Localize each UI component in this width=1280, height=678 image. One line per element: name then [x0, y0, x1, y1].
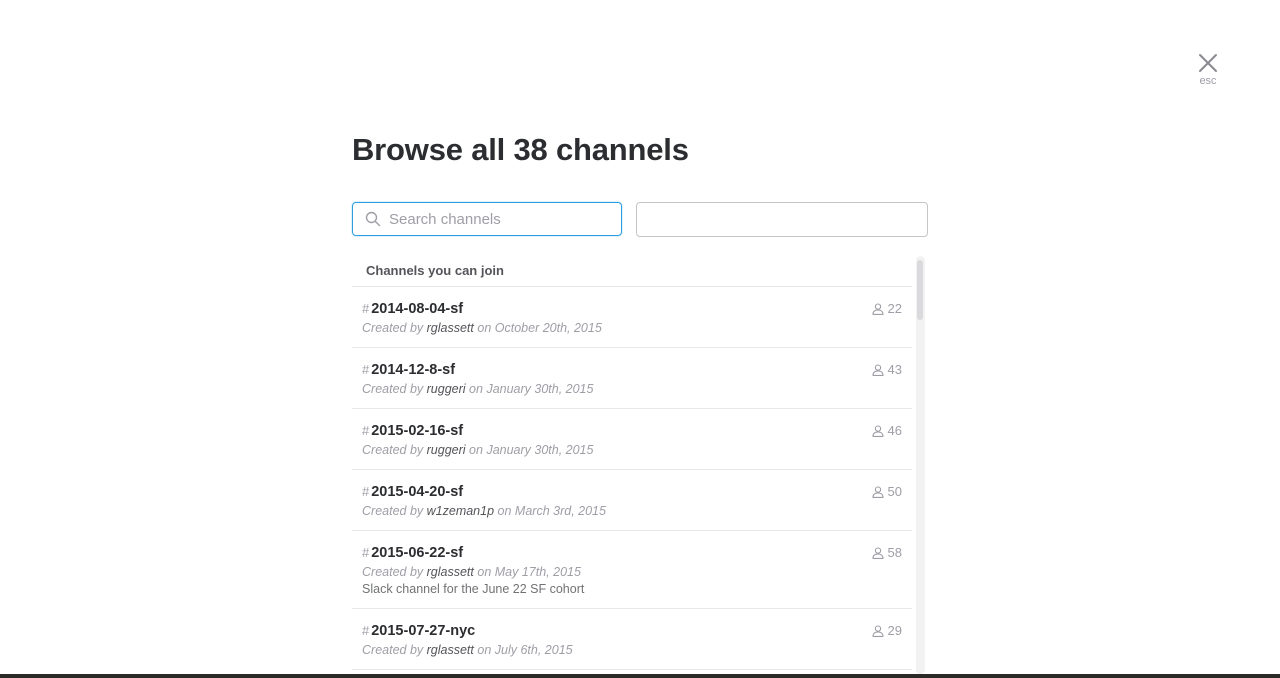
created-by-label: Created by — [362, 382, 424, 396]
created-by-label: Created by — [362, 443, 424, 457]
member-count: 43 — [871, 362, 902, 377]
channel-name: #2014-12-8-sf — [362, 360, 902, 379]
member-count: 22 — [871, 301, 902, 316]
close-button[interactable]: esc — [1186, 52, 1230, 96]
channel-meta: Created by ruggeri on January 30th, 2015 — [362, 381, 902, 398]
channel-name: #2015-04-20-sf — [362, 482, 902, 501]
channel-created-date: March 3rd, 2015 — [514, 504, 606, 518]
channel-name-text: 2015-02-16-sf — [371, 423, 464, 439]
hash-icon: # — [362, 362, 370, 377]
close-icon — [1199, 54, 1217, 72]
member-count-value: 46 — [887, 423, 902, 438]
channel-created-date: January 30th, 2015 — [486, 443, 594, 457]
channel-row[interactable]: #2014-12-8-sf Created by ruggeri on Janua… — [352, 348, 912, 409]
on-label: on — [477, 321, 492, 335]
on-label: on — [469, 382, 483, 396]
channel-rows: #2014-08-04-sf Created by rglassett on Oc… — [352, 287, 926, 670]
page-title: Browse all 38 channels — [352, 132, 689, 167]
channel-row[interactable]: #2015-04-20-sf Created by w1zeman1p on Ma… — [352, 470, 912, 531]
created-by-label: Created by — [362, 321, 424, 335]
created-by-label: Created by — [362, 504, 424, 518]
channel-created-date: October 20th, 2015 — [494, 321, 602, 335]
member-icon — [871, 424, 884, 437]
member-count-value: 22 — [887, 301, 902, 316]
on-label: on — [469, 443, 483, 457]
channel-name-text: 2014-08-04-sf — [371, 301, 464, 317]
channel-name-text: 2014-12-8-sf — [371, 362, 456, 378]
bottom-edge — [0, 674, 1280, 678]
sort-select[interactable] — [636, 202, 928, 237]
hash-icon: # — [362, 623, 370, 638]
channel-row[interactable]: #2015-02-16-sf Created by ruggeri on Janu… — [352, 409, 912, 470]
on-label: on — [477, 643, 492, 657]
hash-icon: # — [362, 484, 370, 499]
channel-row[interactable]: #2015-06-22-sf Created by rglassett on Ma… — [352, 531, 912, 609]
channel-purpose: Slack channel for the June 22 SF cohort — [362, 582, 585, 596]
member-icon — [871, 302, 884, 315]
channel-creator[interactable]: rglassett — [427, 321, 474, 335]
search-box[interactable] — [352, 202, 622, 236]
member-count-value: 43 — [887, 362, 902, 377]
search-input[interactable] — [389, 210, 609, 228]
member-icon — [871, 363, 884, 376]
channel-list: Channels you can join #2014-08-04-sf Crea… — [352, 256, 926, 674]
search-icon — [365, 211, 381, 227]
channel-name-text: 2015-06-22-sf — [371, 545, 464, 561]
channel-creator[interactable]: ruggeri — [427, 382, 466, 396]
channel-name-text: 2015-07-27-nyc — [371, 623, 476, 639]
channel-row[interactable]: #2014-08-04-sf Created by rglassett on Oc… — [352, 287, 912, 348]
channel-name: #2015-06-22-sf — [362, 543, 902, 562]
channel-creator[interactable]: w1zeman1p — [427, 504, 494, 518]
channel-name: #2015-07-27-nyc — [362, 621, 902, 640]
created-by-label: Created by — [362, 565, 424, 579]
channel-created-date: January 30th, 2015 — [486, 382, 594, 396]
channel-meta: Created by rglassett on May 17th, 2015 — [362, 564, 902, 581]
member-icon — [871, 485, 884, 498]
channel-created-date: July 6th, 2015 — [494, 643, 573, 657]
member-count: 50 — [871, 484, 902, 499]
channel-creator[interactable]: rglassett — [427, 643, 474, 657]
member-count-value: 58 — [887, 545, 902, 560]
member-count: 29 — [871, 623, 902, 638]
member-icon — [871, 546, 884, 559]
member-count-value: 29 — [887, 623, 902, 638]
on-label: on — [477, 565, 492, 579]
channel-row[interactable]: #2015-07-27-nyc Created by rglassett on J… — [352, 609, 912, 670]
channel-name-text: 2015-04-20-sf — [371, 484, 464, 500]
channel-creator[interactable]: ruggeri — [427, 443, 466, 457]
member-count: 58 — [871, 545, 902, 560]
channel-name: #2015-02-16-sf — [362, 421, 902, 440]
on-label: on — [497, 504, 512, 518]
scrollbar-thumb[interactable] — [917, 260, 923, 320]
section-header: Channels you can join — [352, 256, 912, 287]
channel-creator[interactable]: rglassett — [427, 565, 474, 579]
channel-browser-page: esc Browse all 38 channels Channels you … — [0, 0, 1280, 678]
hash-icon: # — [362, 301, 370, 316]
created-by-label: Created by — [362, 643, 424, 657]
member-count: 46 — [871, 423, 902, 438]
hash-icon: # — [362, 545, 370, 560]
channel-meta: Created by rglassett on July 6th, 2015 — [362, 642, 902, 659]
hash-icon: # — [362, 423, 370, 438]
channel-meta: Created by ruggeri on January 30th, 2015 — [362, 442, 902, 459]
channel-name: #2014-08-04-sf — [362, 299, 902, 318]
channel-created-date: May 17th, 2015 — [494, 565, 581, 579]
channel-meta: Created by rglassett on October 20th, 20… — [362, 320, 902, 337]
member-count-value: 50 — [887, 484, 902, 499]
close-label: esc — [1199, 75, 1217, 87]
member-icon — [871, 624, 884, 637]
channel-meta: Created by w1zeman1p on March 3rd, 2015 — [362, 503, 902, 520]
